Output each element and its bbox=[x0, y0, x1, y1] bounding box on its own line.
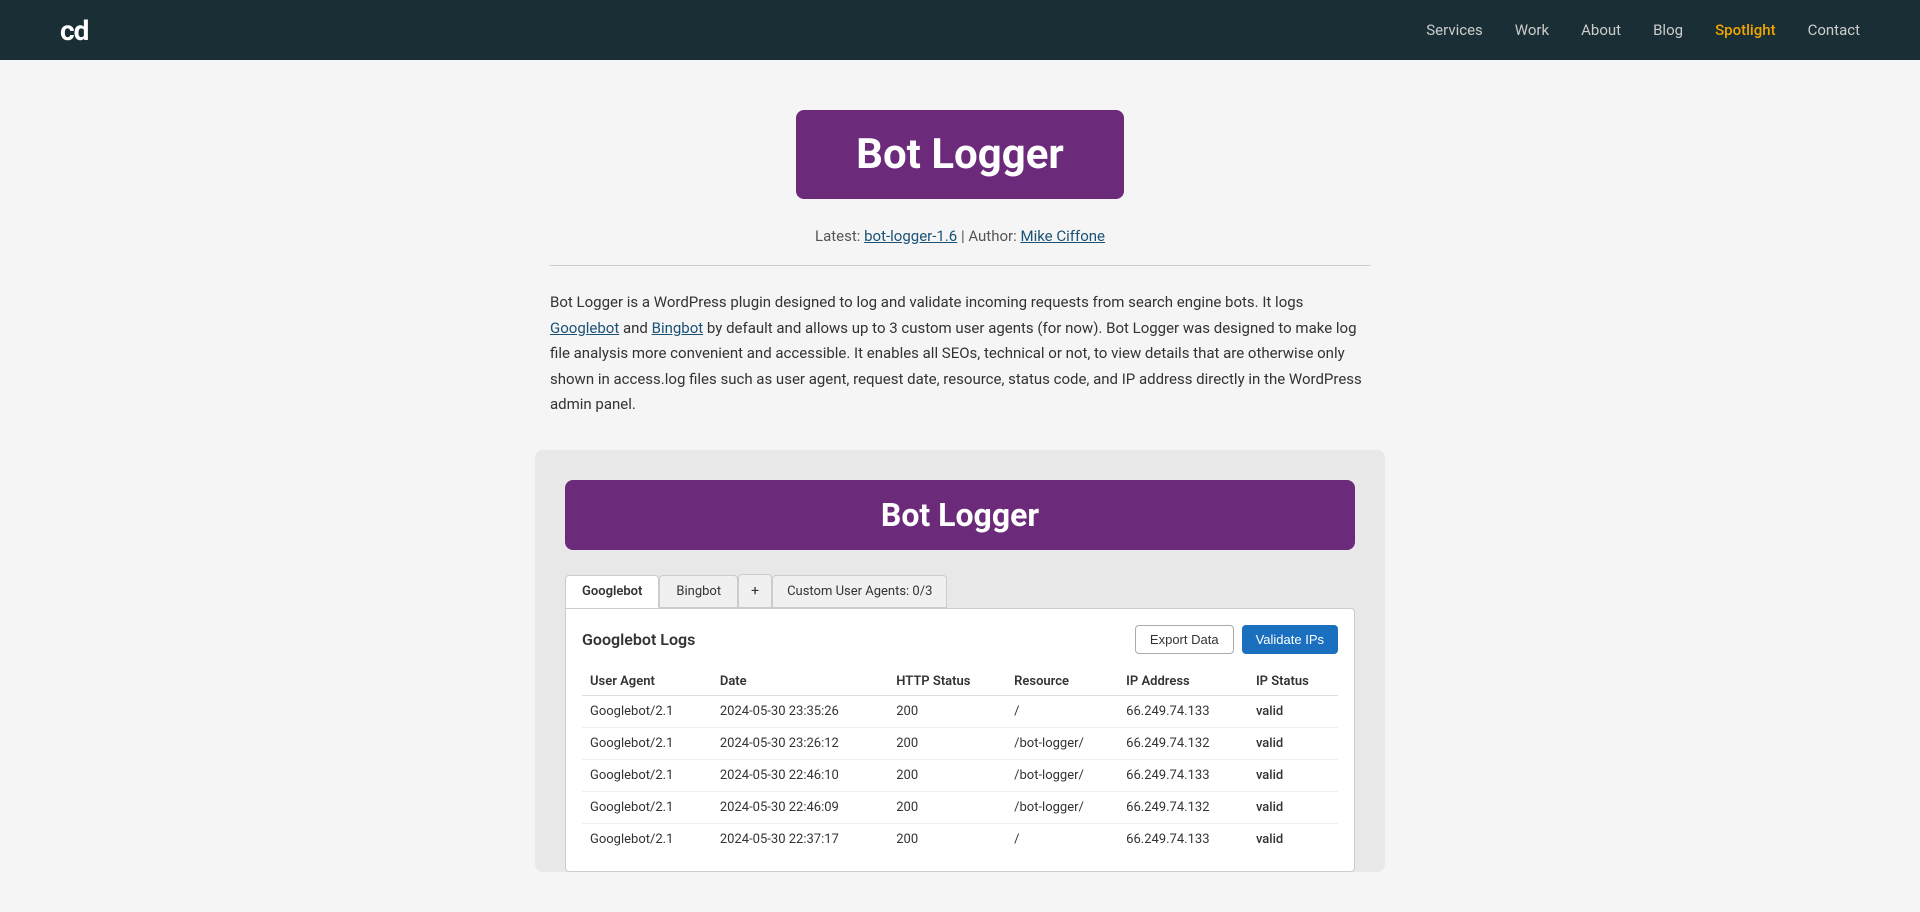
cell-resource: / bbox=[1006, 823, 1118, 855]
nav-contact[interactable]: Contact bbox=[1808, 21, 1860, 39]
nav-spotlight[interactable]: Spotlight bbox=[1715, 21, 1776, 39]
log-table-header: User Agent Date HTTP Status Resource IP … bbox=[582, 668, 1338, 696]
cell-date: 2024-05-30 22:37:17 bbox=[712, 823, 888, 855]
tab-add[interactable]: + bbox=[738, 574, 772, 608]
log-table: User Agent Date HTTP Status Resource IP … bbox=[582, 668, 1338, 855]
cell-date: 2024-05-30 23:26:12 bbox=[712, 727, 888, 759]
log-panel-header: Googlebot Logs Export Data Validate IPs bbox=[582, 625, 1338, 654]
cell-ip-status: valid bbox=[1248, 695, 1338, 727]
log-panel-title: Googlebot Logs bbox=[582, 630, 695, 649]
col-ip-status: IP Status bbox=[1248, 668, 1338, 696]
cell-http-status: 200 bbox=[888, 695, 1006, 727]
main-nav: Services Work About Blog Spotlight Conta… bbox=[1426, 21, 1860, 39]
table-row: Googlebot/2.1 2024-05-30 23:35:26 200 / … bbox=[582, 695, 1338, 727]
cell-ip-status: valid bbox=[1248, 823, 1338, 855]
nav-blog[interactable]: Blog bbox=[1653, 21, 1683, 39]
cell-user-agent: Googlebot/2.1 bbox=[582, 759, 712, 791]
table-row: Googlebot/2.1 2024-05-30 22:46:10 200 /b… bbox=[582, 759, 1338, 791]
cell-date: 2024-05-30 22:46:10 bbox=[712, 759, 888, 791]
site-header: cd Services Work About Blog Spotlight Co… bbox=[0, 0, 1920, 60]
googlebot-link[interactable]: Googlebot bbox=[550, 319, 619, 337]
cell-resource: /bot-logger/ bbox=[1006, 727, 1118, 759]
nav-work[interactable]: Work bbox=[1515, 21, 1549, 39]
log-panel: Googlebot Logs Export Data Validate IPs … bbox=[565, 608, 1355, 872]
hero-title-box: Bot Logger bbox=[796, 110, 1124, 199]
cell-resource: /bot-logger/ bbox=[1006, 791, 1118, 823]
meta-latest-label: Latest: bbox=[815, 227, 860, 245]
plugin-description: Bot Logger is a WordPress plugin designe… bbox=[550, 290, 1370, 418]
tab-googlebot[interactable]: Googlebot bbox=[565, 575, 659, 608]
col-date: Date bbox=[712, 668, 888, 696]
table-row: Googlebot/2.1 2024-05-30 23:26:12 200 /b… bbox=[582, 727, 1338, 759]
demo-box: Bot Logger Googlebot Bingbot + Custom Us… bbox=[535, 450, 1385, 872]
cell-ip-status: valid bbox=[1248, 727, 1338, 759]
nav-about[interactable]: About bbox=[1581, 21, 1621, 39]
log-tabs: Googlebot Bingbot + Custom User Agents: … bbox=[565, 574, 1355, 608]
meta-version-link[interactable]: bot-logger-1.6 bbox=[864, 227, 957, 245]
tab-custom-agents[interactable]: Custom User Agents: 0/3 bbox=[772, 575, 947, 608]
nav-services[interactable]: Services bbox=[1426, 21, 1483, 39]
validate-ips-button[interactable]: Validate IPs bbox=[1242, 625, 1338, 654]
meta-author-label: Author: bbox=[968, 227, 1016, 245]
demo-title: Bot Logger bbox=[881, 496, 1039, 534]
col-http-status: HTTP Status bbox=[888, 668, 1006, 696]
cell-http-status: 200 bbox=[888, 727, 1006, 759]
bingbot-link[interactable]: Bingbot bbox=[652, 319, 704, 337]
cell-ip-address: 66.249.74.132 bbox=[1118, 791, 1248, 823]
col-ip-address: IP Address bbox=[1118, 668, 1248, 696]
col-resource: Resource bbox=[1006, 668, 1118, 696]
cell-ip-status: valid bbox=[1248, 791, 1338, 823]
main-content: Bot Logger Latest: bot-logger-1.6 | Auth… bbox=[0, 60, 1920, 912]
cell-ip-address: 66.249.74.133 bbox=[1118, 823, 1248, 855]
cell-user-agent: Googlebot/2.1 bbox=[582, 791, 712, 823]
cell-resource: /bot-logger/ bbox=[1006, 759, 1118, 791]
tab-bingbot[interactable]: Bingbot bbox=[659, 575, 738, 608]
meta-info: Latest: bot-logger-1.6 | Author: Mike Ci… bbox=[815, 227, 1105, 245]
cell-ip-status: valid bbox=[1248, 759, 1338, 791]
cell-user-agent: Googlebot/2.1 bbox=[582, 823, 712, 855]
log-actions: Export Data Validate IPs bbox=[1135, 625, 1338, 654]
cell-http-status: 200 bbox=[888, 823, 1006, 855]
cell-ip-address: 66.249.74.132 bbox=[1118, 727, 1248, 759]
cell-ip-address: 66.249.74.133 bbox=[1118, 759, 1248, 791]
table-row: Googlebot/2.1 2024-05-30 22:46:09 200 /b… bbox=[582, 791, 1338, 823]
cell-user-agent: Googlebot/2.1 bbox=[582, 727, 712, 759]
cell-user-agent: Googlebot/2.1 bbox=[582, 695, 712, 727]
table-row: Googlebot/2.1 2024-05-30 22:37:17 200 / … bbox=[582, 823, 1338, 855]
cell-resource: / bbox=[1006, 695, 1118, 727]
col-user-agent: User Agent bbox=[582, 668, 712, 696]
hero-title: Bot Logger bbox=[856, 130, 1064, 179]
cell-ip-address: 66.249.74.133 bbox=[1118, 695, 1248, 727]
demo-title-box: Bot Logger bbox=[565, 480, 1355, 550]
site-logo[interactable]: cd bbox=[60, 14, 88, 47]
meta-author-link[interactable]: Mike Ciffone bbox=[1020, 227, 1105, 245]
section-divider bbox=[550, 265, 1370, 266]
cell-http-status: 200 bbox=[888, 759, 1006, 791]
cell-date: 2024-05-30 23:35:26 bbox=[712, 695, 888, 727]
export-data-button[interactable]: Export Data bbox=[1135, 625, 1234, 654]
cell-http-status: 200 bbox=[888, 791, 1006, 823]
cell-date: 2024-05-30 22:46:09 bbox=[712, 791, 888, 823]
